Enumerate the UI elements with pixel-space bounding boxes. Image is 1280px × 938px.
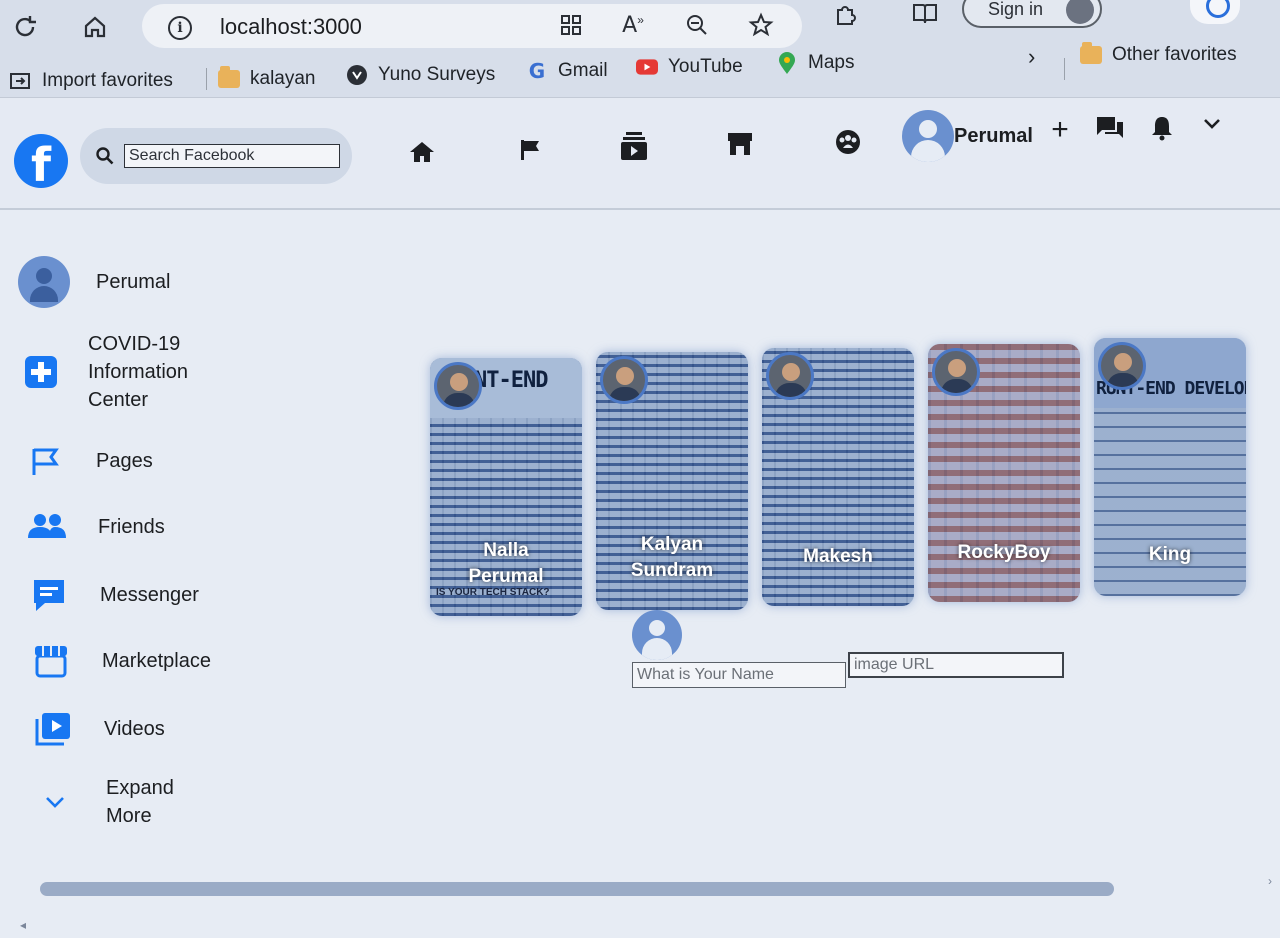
groups-icon[interactable]	[832, 126, 864, 158]
covid-info-icon	[18, 349, 64, 395]
chevron-down-icon	[32, 779, 78, 825]
zoom-out-icon[interactable]	[682, 10, 712, 40]
page-content: f Perumal +	[0, 98, 1280, 938]
create-plus-icon[interactable]: +	[1044, 113, 1076, 146]
marketplace-icon	[28, 638, 74, 684]
messenger-header-icon[interactable]	[1094, 112, 1126, 144]
sidebar-item-label: COVID-19 Information Center	[88, 333, 189, 411]
profile-avatar-icon	[1066, 0, 1094, 24]
sidebar-item-label: Messenger	[100, 584, 199, 606]
story-card[interactable]: RUNT-END DEVELOP King	[1094, 338, 1246, 596]
story-name: RockyBoy	[957, 542, 1051, 563]
story-avatar	[766, 352, 814, 400]
avatar	[18, 256, 70, 308]
sign-in-button[interactable]: Sign in	[962, 0, 1102, 28]
scroll-right-icon[interactable]: ›	[1268, 874, 1272, 888]
favorite-youtube[interactable]: YouTube	[636, 52, 743, 82]
story-card[interactable]: RockyBoy	[928, 344, 1080, 602]
sidebar-item-expand-more[interactable]: Expand More	[32, 774, 174, 830]
story-name-input[interactable]	[632, 662, 846, 688]
maps-icon	[776, 52, 798, 74]
refresh-icon[interactable]	[10, 12, 40, 42]
copilot-icon[interactable]	[1190, 0, 1240, 24]
google-icon: G	[528, 59, 546, 83]
sidebar-item-label: Expand More	[106, 777, 174, 827]
sidebar-item-pages[interactable]: Pages	[22, 438, 153, 484]
story-image-caption: IS YOUR TECH STACK?	[436, 587, 550, 598]
favorites-divider	[206, 68, 207, 90]
sidebar-item-profile[interactable]: Perumal	[18, 256, 170, 308]
extensions-icon[interactable]	[830, 0, 860, 28]
favorite-gmail[interactable]: G Gmail	[526, 56, 608, 86]
form-avatar	[632, 610, 682, 660]
pages-flag-icon[interactable]	[514, 134, 546, 166]
sidebar-item-marketplace[interactable]: Marketplace	[28, 638, 211, 684]
story-card[interactable]: Kalyan Sundram	[596, 352, 748, 610]
home-icon[interactable]	[80, 12, 110, 42]
facebook-logo-icon[interactable]: f	[14, 134, 68, 188]
sidebar-item-friends[interactable]: Friends	[24, 504, 165, 550]
sidebar-item-videos[interactable]: Videos	[30, 706, 165, 752]
messenger-icon	[26, 572, 72, 618]
story-card[interactable]: NT-END Nalla Perumal IS YOUR TECH STACK?	[430, 358, 582, 616]
story-avatar	[932, 348, 980, 396]
favorite-star-icon[interactable]	[746, 10, 776, 40]
app-grid-icon[interactable]	[556, 10, 586, 40]
story-avatar	[600, 356, 648, 404]
story-card[interactable]: Makesh	[762, 348, 914, 606]
account-chevron-down-icon[interactable]	[1196, 108, 1228, 140]
sidebar-item-label: Friends	[98, 516, 165, 538]
favorite-import[interactable]: Import favorites	[10, 66, 173, 96]
story-name: King	[1148, 544, 1192, 565]
header-user-name: Perumal	[954, 124, 1033, 147]
sidebar-item-label: Perumal	[96, 271, 171, 293]
sidebar-item-label: Videos	[104, 718, 165, 740]
reading-view-icon[interactable]	[910, 0, 940, 28]
horizontal-scrollbar[interactable]	[40, 882, 1114, 896]
youtube-icon	[636, 57, 658, 77]
friends-icon	[24, 504, 70, 550]
url-text[interactable]: localhost:3000	[220, 14, 362, 40]
import-icon	[10, 71, 32, 91]
favorite-kalayan[interactable]: kalayan	[218, 64, 316, 94]
favorite-maps[interactable]: Maps	[776, 48, 854, 78]
notifications-bell-icon[interactable]	[1146, 112, 1178, 144]
scroll-left-icon[interactable]: ◂	[20, 918, 26, 932]
favorites-bar: Import favorites kalayan Yuno Surveys G …	[0, 42, 1280, 98]
marketplace-nav-icon[interactable]	[724, 128, 756, 160]
facebook-header: f Perumal +	[0, 98, 1280, 210]
header-profile[interactable]: Perumal	[902, 110, 1042, 162]
search-icon	[96, 147, 114, 165]
sidebar-item-label: Marketplace	[102, 650, 211, 672]
sign-in-label: Sign in	[988, 0, 1044, 19]
read-aloud-icon[interactable]: A»	[618, 10, 648, 40]
image-url-input[interactable]	[848, 652, 1064, 678]
home-nav-icon[interactable]	[406, 136, 438, 168]
videos-icon	[30, 706, 76, 752]
sidebar-item-messenger[interactable]: Messenger	[26, 572, 199, 618]
info-icon[interactable]: i	[168, 16, 192, 40]
sidebar-item-label: Pages	[96, 450, 153, 472]
folder-icon	[1080, 42, 1102, 65]
search-box	[80, 128, 352, 184]
story-avatar	[1098, 342, 1146, 390]
address-bar[interactable]: i localhost:3000 A»	[142, 4, 802, 48]
yuno-icon	[346, 65, 368, 85]
story-avatar	[434, 362, 482, 410]
watch-icon[interactable]	[618, 130, 650, 162]
avatar	[902, 110, 954, 162]
favorite-yuno-surveys[interactable]: Yuno Surveys	[346, 60, 495, 90]
story-image-title: NT-END	[474, 368, 548, 393]
favorites-divider	[1064, 58, 1065, 80]
story-name: Kalyan Sundram	[630, 534, 714, 581]
flag-icon	[22, 438, 68, 484]
story-name: Nalla Perumal	[468, 540, 544, 587]
more-favorites-chevron-icon[interactable]: ›	[1028, 42, 1035, 72]
search-input[interactable]	[124, 144, 340, 168]
story-name: Makesh	[803, 546, 873, 567]
sidebar-item-covid-info[interactable]: COVID-19 Information Center	[18, 330, 188, 414]
other-favorites[interactable]: Other favorites	[1080, 40, 1237, 70]
folder-icon	[218, 66, 240, 89]
